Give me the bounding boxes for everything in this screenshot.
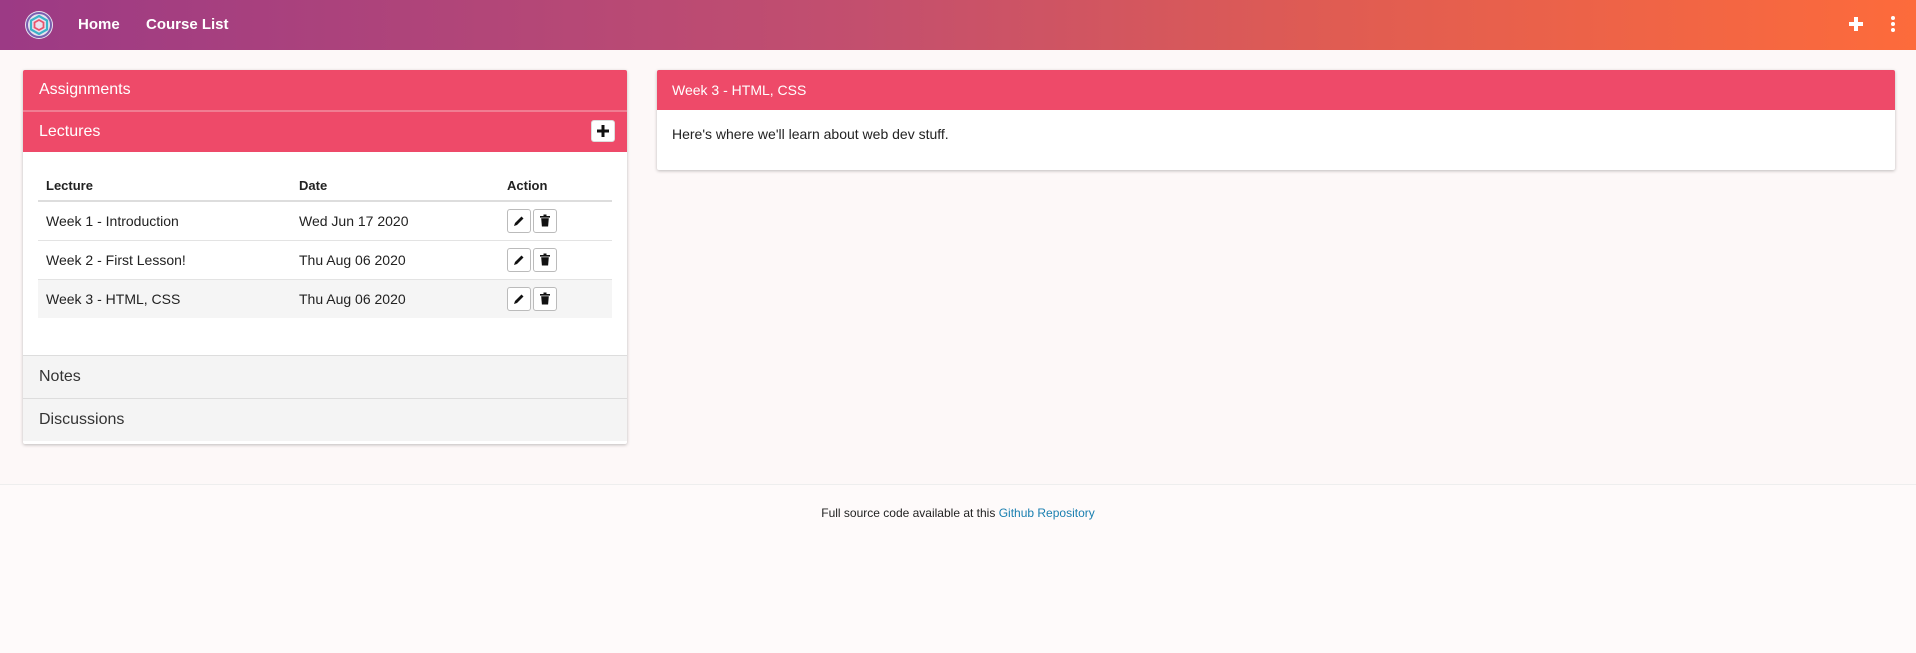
- trash-icon: [540, 253, 550, 266]
- app-logo-icon[interactable]: [24, 10, 54, 40]
- top-navbar: Home Course List: [0, 0, 1916, 50]
- table-header-row: Lecture Date Action: [38, 166, 612, 202]
- column-header-date: Date: [291, 166, 499, 202]
- plus-icon: [597, 125, 609, 137]
- trash-icon: [540, 292, 550, 305]
- discussions-section-header[interactable]: Discussions: [23, 398, 627, 441]
- notes-section-header[interactable]: Notes: [23, 355, 627, 398]
- nav-course-list-link[interactable]: Course List: [146, 16, 229, 33]
- column-header-action: Action: [499, 166, 612, 202]
- column-header-lecture: Lecture: [38, 166, 291, 202]
- lecture-actions: [499, 278, 612, 318]
- table-row[interactable]: Week 1 - Introduction Wed Jun 17 2020: [38, 200, 612, 240]
- lecture-detail-title: Week 3 - HTML, CSS: [657, 70, 1895, 110]
- more-vertical-icon[interactable]: [1887, 15, 1899, 33]
- lecture-date: Thu Aug 06 2020: [291, 239, 499, 279]
- lectures-section-header[interactable]: Lectures: [23, 112, 627, 152]
- lectures-label: Lectures: [39, 123, 101, 140]
- trash-icon: [540, 214, 550, 227]
- add-lecture-button[interactable]: [591, 120, 615, 142]
- delete-button[interactable]: [533, 208, 557, 233]
- lecture-detail-card: Week 3 - HTML, CSS Here's where we'll le…: [657, 70, 1895, 170]
- lecture-title[interactable]: Week 2 - First Lesson!: [38, 239, 291, 279]
- discussions-label: Discussions: [39, 411, 125, 428]
- assignments-label: Assignments: [39, 81, 131, 98]
- assignments-section-header[interactable]: Assignments: [23, 70, 627, 112]
- github-repository-link[interactable]: Github Repository: [999, 506, 1095, 520]
- lecture-detail-body: Here's where we'll learn about web dev s…: [672, 126, 949, 142]
- edit-button[interactable]: [507, 247, 531, 272]
- footer-text: Full source code available at this: [821, 506, 999, 520]
- lecture-date: Wed Jun 17 2020: [291, 200, 499, 240]
- table-row[interactable]: Week 3 - HTML, CSS Thu Aug 06 2020: [38, 278, 612, 318]
- lecture-actions: [499, 239, 612, 279]
- edit-button[interactable]: [507, 286, 531, 311]
- lecture-date: Thu Aug 06 2020: [291, 278, 499, 318]
- lecture-actions: [499, 200, 612, 240]
- lecture-title[interactable]: Week 1 - Introduction: [38, 200, 291, 240]
- footer-text-container: Full source code available at this Githu…: [0, 506, 1916, 520]
- page-footer: Full source code available at this Githu…: [0, 484, 1916, 653]
- course-sections-panel: Assignments Lectures Lecture Date Action…: [23, 70, 627, 444]
- plus-icon[interactable]: [1847, 15, 1865, 33]
- notes-label: Notes: [39, 368, 81, 385]
- pencil-icon: [514, 255, 524, 265]
- delete-button[interactable]: [533, 286, 557, 311]
- edit-button[interactable]: [507, 208, 531, 233]
- lecture-title[interactable]: Week 3 - HTML, CSS: [38, 278, 291, 318]
- pencil-icon: [514, 216, 524, 226]
- lectures-table: Lecture Date Action Week 1 - Introductio…: [38, 166, 612, 318]
- nav-home-link[interactable]: Home: [78, 16, 120, 33]
- pencil-icon: [514, 294, 524, 304]
- delete-button[interactable]: [533, 247, 557, 272]
- table-row[interactable]: Week 2 - First Lesson! Thu Aug 06 2020: [38, 239, 612, 279]
- lectures-body: Lecture Date Action Week 1 - Introductio…: [23, 152, 627, 355]
